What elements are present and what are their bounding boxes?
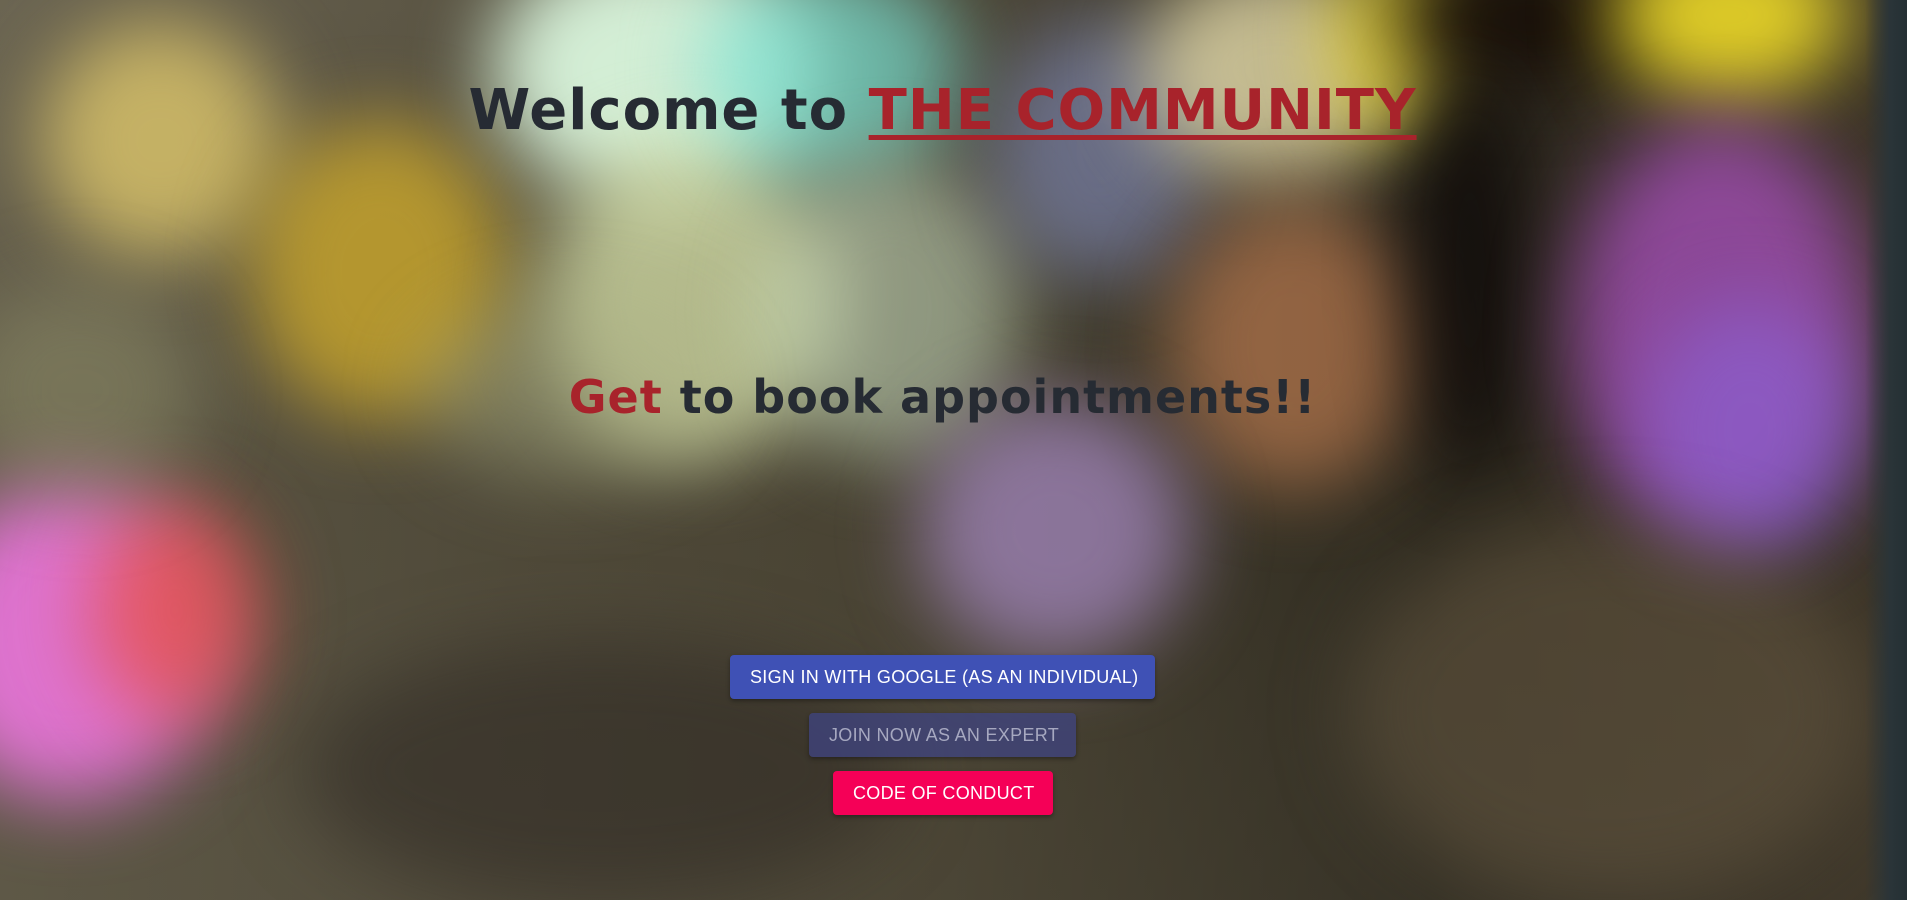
join-expert-button[interactable]: JOIN NOW AS AN EXPERT [809, 713, 1076, 757]
google-signin-button[interactable]: SIGN IN WITH GOOGLE (AS AN INDIVIDUAL) [730, 655, 1155, 699]
community-brand-link[interactable]: THE COMMUNITY [869, 78, 1417, 143]
welcome-prefix: Welcome to [468, 78, 869, 143]
landing-page: Welcome to THE COMMUNITY Get to book app… [0, 0, 1907, 900]
code-of-conduct-button[interactable]: CODE OF CONDUCT [833, 771, 1053, 815]
tagline-accent: Get [568, 370, 663, 424]
tagline-text: to book appointments!! [662, 370, 1317, 424]
welcome-heading: Welcome to THE COMMUNITY [0, 78, 1885, 143]
tagline-heading: Get to book appointments!! [0, 370, 1885, 424]
